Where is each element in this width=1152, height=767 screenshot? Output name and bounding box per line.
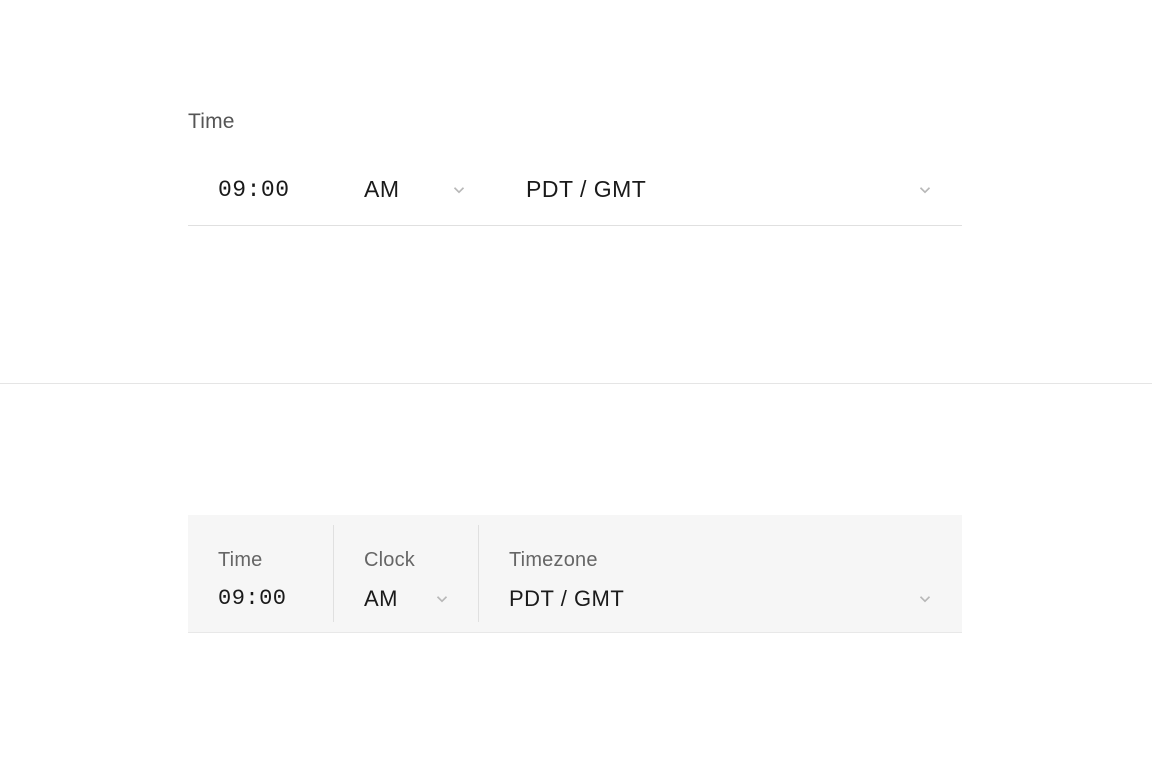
chevron-down-icon — [916, 590, 934, 608]
time-picker-row: 09:00 AM PDT / GMT — [188, 162, 962, 226]
timezone-column-label: Timezone — [509, 549, 934, 572]
timezone-select[interactable]: PDT / GMT — [496, 162, 962, 226]
period-value: AM — [364, 176, 400, 203]
timezone-column[interactable]: Timezone PDT / GMT — [479, 515, 962, 632]
clock-column-value: AM — [364, 586, 398, 612]
time-picker-simple: Time 09:00 AM PDT / GMT — [188, 110, 962, 226]
chevron-down-icon — [450, 181, 468, 199]
time-value: 09:00 — [218, 177, 290, 203]
clock-column[interactable]: Clock AM — [334, 515, 479, 632]
period-select[interactable]: AM — [334, 162, 496, 226]
timezone-column-value: PDT / GMT — [509, 586, 624, 612]
chevron-down-icon — [433, 590, 451, 608]
clock-column-label: Clock — [364, 549, 451, 572]
time-column-label: Time — [218, 549, 306, 572]
time-label: Time — [188, 110, 962, 134]
timezone-value: PDT / GMT — [526, 176, 646, 203]
time-input-cell[interactable]: 09:00 — [188, 162, 334, 226]
divider — [0, 383, 1152, 384]
time-column-value: 09:00 — [218, 586, 287, 611]
chevron-down-icon — [916, 181, 934, 199]
time-column[interactable]: Time 09:00 — [188, 515, 334, 632]
time-picker-labeled: Time 09:00 Clock AM Timezone PDT / GMT — [188, 515, 962, 633]
